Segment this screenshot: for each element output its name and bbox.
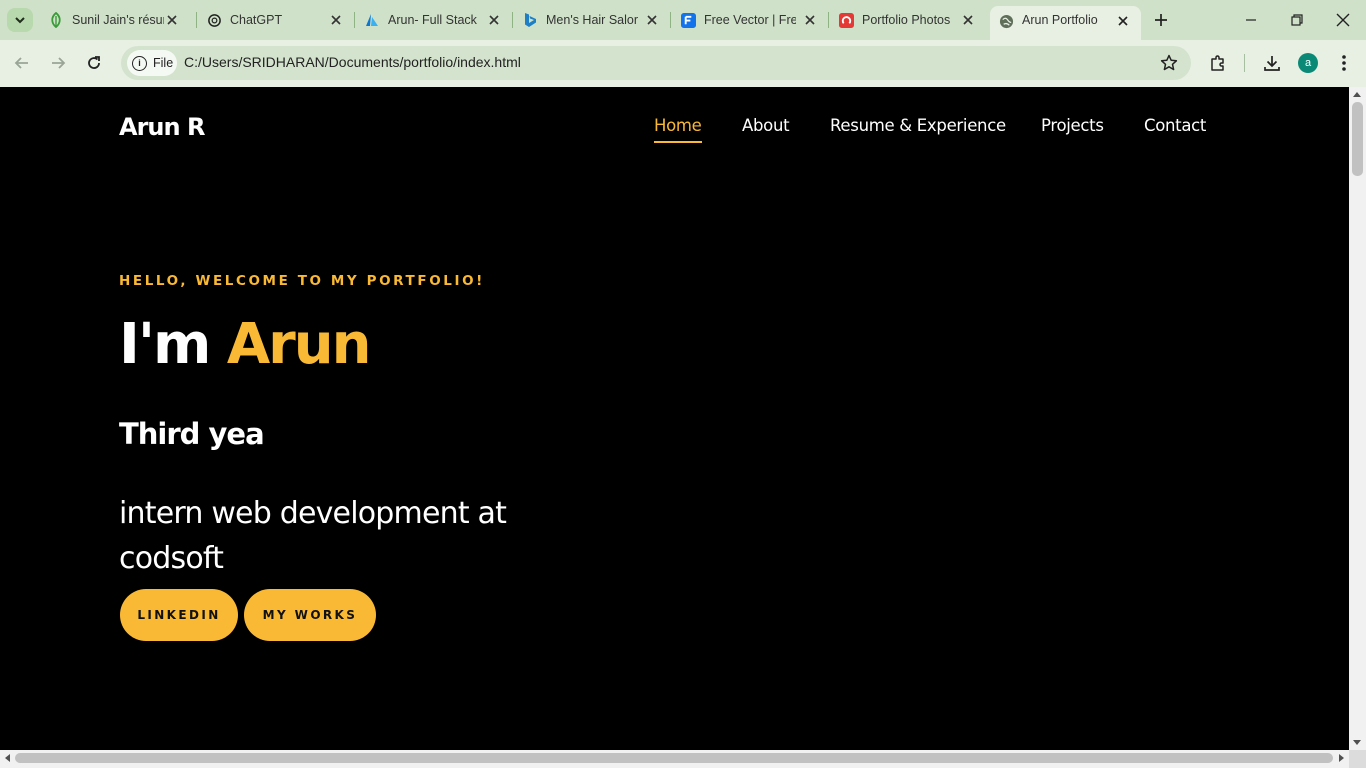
freepik-icon	[680, 12, 696, 28]
tab-title: Arun- Full Stack	[388, 13, 477, 27]
tab-portfolio-photos[interactable]: Portfolio Photos	[830, 6, 986, 34]
bing-icon	[522, 12, 538, 28]
page-viewport: Arun R Home About Resume & Experience Pr…	[0, 87, 1349, 750]
tab-arun-portfolio[interactable]: Arun Portfolio	[990, 6, 1141, 40]
scroll-right-icon[interactable]	[1339, 754, 1344, 762]
site-info-label: File	[153, 56, 174, 70]
browser-toolbar: i File C:/Users/SRIDHARAN/Documents/port…	[0, 40, 1366, 87]
scroll-up-icon[interactable]	[1353, 92, 1361, 97]
puzzle-icon	[1211, 55, 1224, 71]
minimize-button[interactable]	[1241, 10, 1261, 30]
bookmark-star-icon[interactable]	[1159, 53, 1179, 73]
forward-button[interactable]	[47, 52, 69, 74]
download-icon	[1264, 56, 1280, 71]
kebab-menu-icon	[1342, 55, 1346, 71]
minimize-icon	[1246, 19, 1256, 21]
tab-mens-hair-salon[interactable]: Men's Hair Salor	[514, 6, 670, 34]
welcome-tagline: HELLO, WELCOME TO MY PORTFOLIO!	[119, 273, 485, 289]
tab-search-button[interactable]	[7, 8, 33, 32]
globe-icon	[998, 13, 1014, 29]
vertical-scroll-thumb[interactable]	[1352, 102, 1363, 176]
tab-sunil-resume[interactable]: Sunil Jain's résum	[40, 6, 190, 34]
site-logo[interactable]: Arun R	[119, 113, 205, 141]
vertical-scrollbar[interactable]	[1349, 87, 1366, 750]
close-icon	[1336, 13, 1350, 27]
new-tab-button[interactable]	[1151, 10, 1171, 30]
nav-contact[interactable]: Contact	[1144, 116, 1206, 135]
close-tab-icon[interactable]	[486, 12, 502, 28]
scroll-down-icon[interactable]	[1353, 740, 1361, 745]
scrollbar-corner	[1349, 750, 1366, 768]
tab-separator	[196, 12, 197, 28]
address-bar[interactable]: i File C:/Users/SRIDHARAN/Documents/port…	[121, 46, 1191, 80]
close-window-button[interactable]	[1333, 10, 1353, 30]
scroll-left-icon[interactable]	[5, 754, 10, 762]
restore-icon	[1291, 14, 1303, 26]
headline-prefix: I'm	[119, 312, 211, 377]
url-text[interactable]: C:/Users/SRIDHARAN/Documents/portfolio/i…	[184, 54, 521, 70]
close-tab-icon[interactable]	[164, 12, 180, 28]
tab-title: Men's Hair Salor	[546, 13, 638, 27]
tab-separator	[512, 12, 513, 28]
hero-headline: I'm Arun	[119, 309, 372, 381]
downloads-button[interactable]	[1261, 52, 1283, 74]
reload-icon	[88, 56, 100, 69]
arrow-left-icon	[14, 57, 28, 69]
nav-home[interactable]: Home	[654, 116, 702, 143]
info-icon: i	[132, 55, 147, 71]
headline-name: Arun	[226, 312, 372, 377]
linkedin-button[interactable]: LINKEDIN	[120, 589, 238, 641]
azure-icon	[364, 12, 380, 28]
tab-separator	[354, 12, 355, 28]
tab-title: Sunil Jain's résum	[72, 13, 164, 27]
tab-title: Portfolio Photos	[862, 13, 951, 27]
browser-menu-button[interactable]	[1333, 52, 1355, 74]
restore-button[interactable]	[1287, 10, 1307, 30]
tab-chatgpt[interactable]: ChatGPT	[198, 6, 354, 34]
horizontal-scroll-thumb[interactable]	[15, 753, 1333, 763]
toolbar-divider	[1244, 54, 1245, 72]
red-app-icon	[838, 12, 854, 28]
tab-strip: Sunil Jain's résum ChatGPT Arun- Full St…	[0, 0, 1366, 40]
site-info-chip[interactable]: i File	[127, 50, 177, 76]
close-tab-icon[interactable]	[802, 12, 818, 28]
extensions-button[interactable]	[1207, 52, 1229, 74]
horizontal-scrollbar[interactable]	[0, 750, 1349, 768]
typed-role-text: Third yea	[119, 417, 265, 451]
tab-separator	[670, 12, 671, 28]
nav-projects[interactable]: Projects	[1041, 116, 1104, 135]
close-tab-icon[interactable]	[960, 12, 976, 28]
plus-icon	[1155, 14, 1167, 26]
chevron-down-icon	[15, 17, 25, 24]
leaf-icon	[48, 12, 64, 28]
tab-title: Free Vector | Fre	[704, 13, 796, 27]
back-button[interactable]	[11, 52, 33, 74]
tab-title: ChatGPT	[230, 13, 283, 27]
chatgpt-icon	[206, 12, 222, 28]
close-tab-icon[interactable]	[644, 12, 660, 28]
reload-button[interactable]	[83, 52, 105, 74]
tab-title: Arun Portfolio	[1022, 13, 1098, 27]
tab-arun-full-stack[interactable]: Arun- Full Stack	[356, 6, 512, 34]
close-tab-icon[interactable]	[1115, 13, 1131, 29]
nav-resume-experience[interactable]: Resume & Experience	[830, 116, 1006, 135]
tab-free-vector[interactable]: Free Vector | Fre	[672, 6, 828, 34]
tab-separator	[828, 12, 829, 28]
profile-avatar[interactable]: a	[1298, 53, 1318, 73]
my-works-button[interactable]: MY WORKS	[244, 589, 376, 641]
arrow-right-icon	[52, 57, 66, 69]
close-tab-icon[interactable]	[328, 12, 344, 28]
nav-about[interactable]: About	[742, 116, 790, 135]
hero-subtitle: intern web development at codsoft	[119, 496, 507, 576]
